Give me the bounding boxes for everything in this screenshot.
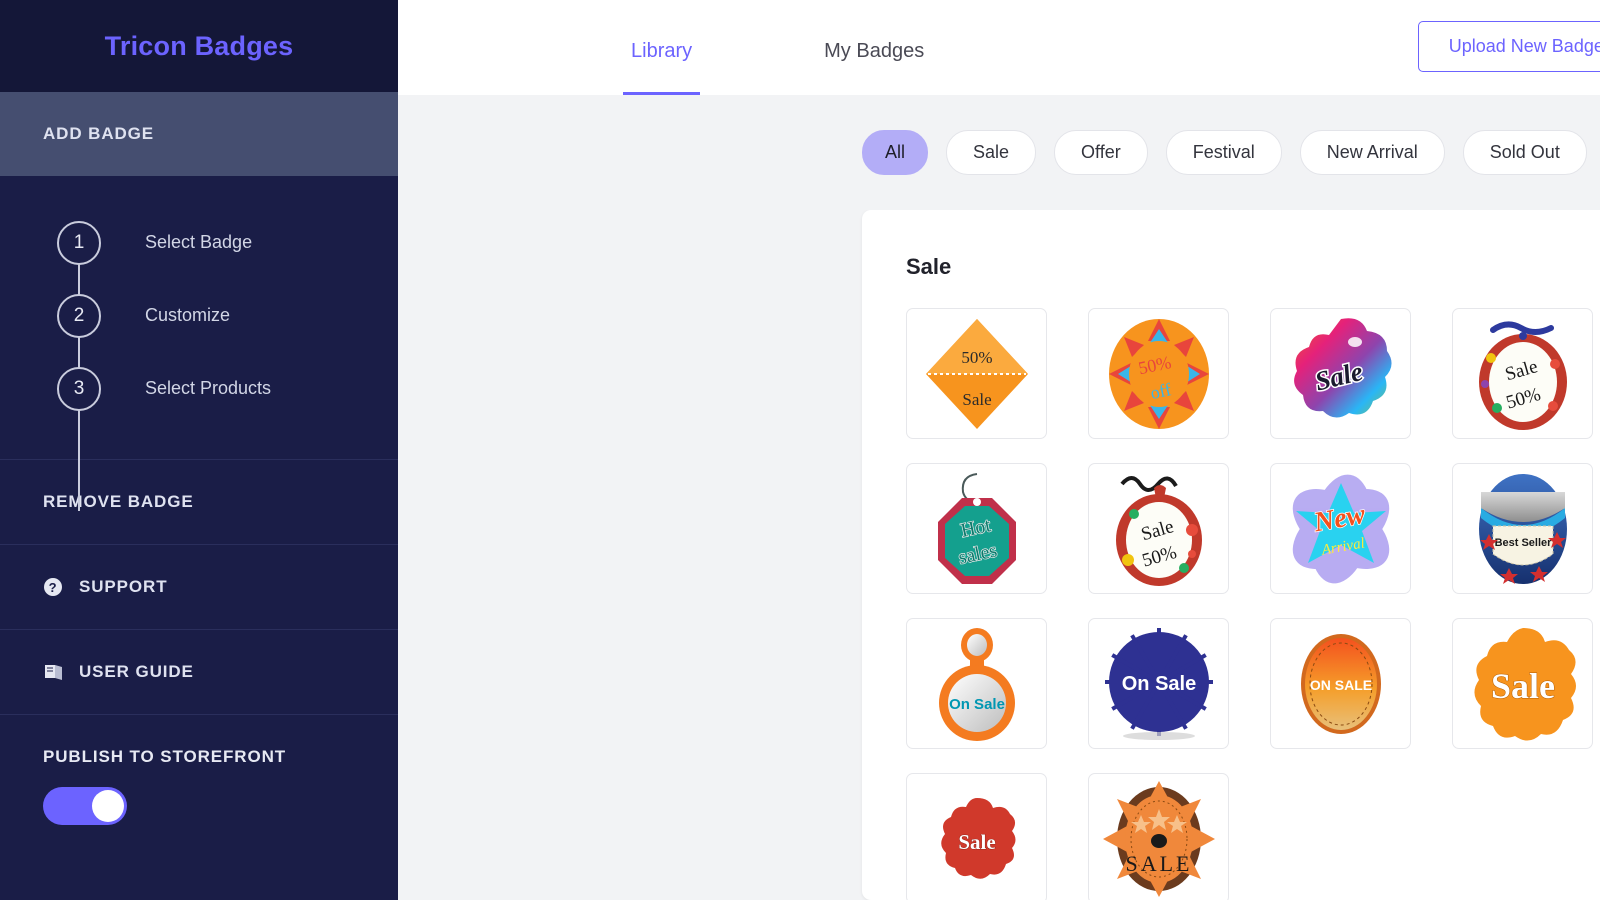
navy-circle-on-sale-badge: On Sale (1104, 627, 1213, 740)
badge-card-best-seller[interactable]: Best Seller (1452, 463, 1593, 594)
svg-text:SALE: SALE (1125, 851, 1192, 876)
badge-card-hot-sales[interactable]: Hot sales (906, 463, 1047, 594)
orange-blob-sale-badge: Sale (1473, 627, 1576, 741)
svg-text:ON SALE: ON SALE (1309, 677, 1371, 693)
sidebar-item-user-guide[interactable]: USER GUIDE (0, 630, 398, 714)
step-label-customize: Customize (145, 305, 231, 325)
red-blob-sale-badge: Sale (940, 797, 1015, 879)
publish-toggle[interactable] (43, 787, 127, 825)
badge-card-orange-blob-sale[interactable]: Sale (1452, 618, 1593, 749)
diamond-50-sale-badge: 50% Sale (925, 318, 1028, 429)
badge-card-oval-on-sale[interactable]: ON SALE (1270, 618, 1411, 749)
filter-pill-festival[interactable]: Festival (1165, 130, 1282, 175)
svg-text:Sale: Sale (958, 830, 995, 854)
tab-my-badges[interactable]: My Badges (816, 40, 932, 95)
publish-toggle-knob (92, 790, 124, 822)
sidebar: Tricon Badges ADD BADGE 1 Select Badge 2… (0, 0, 398, 900)
sidebar-item-support[interactable]: ? SUPPORT (0, 545, 398, 629)
stepper-step-select-products[interactable]: 3 Select Products (0, 352, 398, 425)
badge-card-rainbow-sale[interactable]: Sale (1270, 308, 1411, 439)
oval-on-sale-badge: ON SALE (1300, 633, 1381, 734)
sidebar-item-add-badge[interactable]: ADD BADGE (0, 92, 398, 176)
svg-text:On Sale: On Sale (1121, 673, 1195, 695)
sidebar-section-user-guide: USER GUIDE (0, 630, 398, 715)
svg-text:On Sale: On Sale (949, 696, 1005, 713)
sidebar-section-support: ? SUPPORT (0, 545, 398, 630)
badge-card-red-blob-sale[interactable]: Sale (906, 773, 1047, 900)
app-root: Tricon Badges ADD BADGE 1 Select Badge 2… (0, 0, 1600, 900)
step-label-select-products: Select Products (145, 378, 272, 398)
orange-ring-on-sale-badge: On Sale (938, 627, 1015, 741)
filter-pill-new-arrival[interactable]: New Arrival (1299, 130, 1445, 175)
main-content: Library My Badges Upload New Badge All S… (398, 0, 1600, 900)
ornament-sale-50-badge: Sale 50% (1478, 321, 1567, 430)
badge-card-new-arrival[interactable]: New Arrival (1270, 463, 1411, 594)
brown-star-sale-badge: SALE (1102, 780, 1215, 897)
svg-text:off: off (1148, 379, 1172, 403)
add-badge-stepper: 1 Select Badge 2 Customize 3 Select Prod… (0, 176, 398, 511)
svg-text:Sale: Sale (962, 390, 991, 409)
badge-library-panel: Sale 50% Sale 50% off Sale Sale 50% Hot … (862, 210, 1600, 900)
svg-text:?: ? (49, 580, 58, 595)
badge-library-panel-wrapper: Sale 50% Sale 50% off Sale Sale 50% Hot … (398, 210, 1600, 900)
octagon-hot-sales-badge: Hot sales (937, 472, 1016, 584)
bauble-sale-50-badge: Sale 50% (1115, 475, 1202, 586)
step-number-2: 2 (57, 293, 101, 338)
step-label-select-badge: Select Badge (145, 232, 253, 252)
user-guide-label: USER GUIDE (79, 662, 194, 681)
sidebar-section-remove-badge: REMOVE BADGE (0, 460, 398, 545)
step-number-3: 3 (57, 366, 101, 411)
remove-badge-label: REMOVE BADGE (43, 492, 194, 511)
help-circle-icon: ? (43, 577, 65, 597)
tab-library[interactable]: Library (623, 40, 701, 95)
badge-card-brown-star-sale[interactable]: SALE (1088, 773, 1229, 900)
badge-card-ornament-sale-50[interactable]: Sale 50% (1452, 308, 1593, 439)
badge-card-bauble-sale-50[interactable]: Sale 50% (1088, 463, 1229, 594)
book-icon (43, 663, 65, 681)
top-navigation-bar: Library My Badges Upload New Badge (398, 0, 1600, 95)
support-label: SUPPORT (79, 577, 168, 596)
sidebar-section-add-badge: ADD BADGE 1 Select Badge 2 Customize 3 S… (0, 92, 398, 511)
upload-new-badge-button[interactable]: Upload New Badge (1417, 21, 1600, 72)
stepper-step-select-badge[interactable]: 1 Select Badge (0, 206, 398, 279)
app-brand-title: Tricon Badges (0, 0, 398, 92)
filter-pill-bar: All Sale Offer Festival New Arrival Sold… (398, 95, 1600, 210)
publish-to-storefront-section: PUBLISH TO STOREFRONT (0, 715, 398, 825)
badge-grid-sale: 50% Sale 50% off Sale Sale 50% Hot sales… (906, 308, 1600, 900)
section-title-sale: Sale (906, 254, 952, 279)
filter-pill-sold-out[interactable]: Sold Out (1462, 130, 1587, 175)
sidebar-item-remove-badge[interactable]: REMOVE BADGE (0, 460, 398, 544)
badge-card-navy-on-sale[interactable]: On Sale (1088, 618, 1229, 749)
filter-pill-all[interactable]: All (862, 130, 929, 175)
publish-label: PUBLISH TO STOREFRONT (43, 747, 287, 766)
svg-text:50%: 50% (961, 348, 992, 367)
badge-card-starburst-50-off[interactable]: 50% off (1088, 308, 1229, 439)
svg-text:Sale: Sale (1490, 666, 1554, 706)
step-number-1: 1 (57, 220, 101, 265)
add-badge-label: ADD BADGE (43, 124, 155, 143)
rainbow-sale-badge: Sale (1293, 317, 1392, 418)
svg-text:Best Seller: Best Seller (1494, 537, 1552, 549)
new-arrival-burst-badge: New Arrival (1292, 474, 1389, 583)
filter-pill-offer[interactable]: Offer (1054, 130, 1148, 175)
best-seller-medallion-badge: Best Seller (1478, 473, 1567, 584)
starburst-50-off-badge: 50% off (1108, 318, 1209, 429)
badge-card-diamond-50-sale[interactable]: 50% Sale (906, 308, 1047, 439)
badge-card-orange-ring-on-sale[interactable]: On Sale (906, 618, 1047, 749)
stepper-step-customize[interactable]: 2 Customize (0, 279, 398, 352)
tab-bar: Library My Badges (398, 0, 1048, 95)
filter-pill-sale[interactable]: Sale (946, 130, 1037, 175)
